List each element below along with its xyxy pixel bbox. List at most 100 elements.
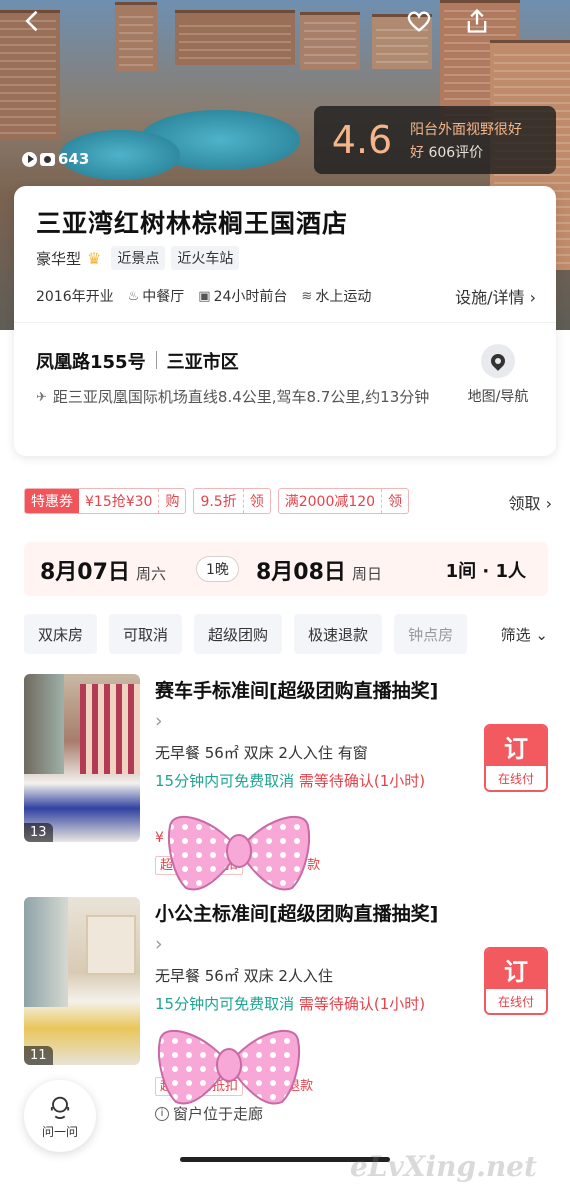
nights-badge: 1晚	[196, 556, 239, 582]
room-title[interactable]: 赛车手标准间[超级团购直播抽奖] ›	[155, 676, 445, 736]
chevron-right-icon: ›	[155, 710, 163, 732]
photo-count[interactable]: 643	[22, 150, 89, 168]
room-photo[interactable]: 11	[24, 897, 140, 1065]
hotel-tag: 近景点	[111, 246, 166, 270]
filter-chip[interactable]: 极速退款	[294, 614, 383, 654]
address-road: 凤凰路155号	[36, 352, 146, 373]
pay-label: 在线付	[486, 766, 546, 790]
video-icon	[22, 151, 37, 167]
facility-label: 水上运动	[315, 289, 372, 305]
room-guest-selector[interactable]: 1间 · 1人	[446, 557, 526, 583]
hotel-level: 豪华型	[36, 249, 82, 268]
filter-label: 筛选	[500, 626, 531, 644]
special-coupon-value: ¥15抢¥30	[79, 489, 160, 513]
filter-chips: 双床房 可取消 超级团购 极速退款 钟点房	[24, 614, 556, 654]
map-navigation-button[interactable]: 地图/导航	[460, 344, 536, 406]
chevron-right-icon: ›	[540, 494, 552, 513]
headset-icon	[50, 1096, 70, 1119]
rating-score: 4.6	[331, 118, 393, 162]
front-desk-icon: ▣	[198, 288, 211, 304]
plane-icon: ✈	[36, 390, 47, 405]
confirm-policy: 需等待确认(1小时)	[298, 772, 426, 790]
back-button[interactable]	[16, 4, 50, 38]
chevron-right-icon: ›	[155, 933, 163, 955]
watermark: eLvXing.net	[350, 1150, 537, 1183]
room-title[interactable]: 小公主标准间[超级团购直播抽奖] ›	[155, 899, 445, 959]
share-button[interactable]	[460, 4, 494, 38]
coupon[interactable]: 满2000减120 领	[277, 488, 410, 514]
checkin-value: 8月07日	[40, 560, 130, 585]
claim-coupons-link[interactable]: 领取 ›	[509, 490, 553, 514]
filter-chip[interactable]: 超级团购	[194, 614, 283, 654]
rating-summary[interactable]: 4.6 阳台外面视野很好 好 606评价	[314, 106, 556, 174]
special-coupon[interactable]: 特惠券 ¥15抢¥30 购	[24, 488, 187, 514]
room-photo-count: 11	[24, 1046, 53, 1065]
map-pin-icon	[481, 344, 515, 378]
room-features: 无早餐 56㎡ 双床 2人入住	[155, 967, 333, 985]
filter-chip[interactable]: 钟点房	[394, 614, 468, 654]
chevron-right-icon: ›	[524, 288, 536, 307]
restaurant-icon: ♨	[127, 288, 140, 304]
favorite-button[interactable]	[402, 4, 436, 38]
bow-sticker	[168, 816, 310, 891]
hero-building	[115, 2, 157, 72]
book-button[interactable]: 订 在线付	[484, 947, 548, 1015]
hero-building	[300, 12, 360, 70]
date-selector[interactable]: 8月07日 周六 1晚 8月08日 周日 1间 · 1人	[24, 542, 548, 596]
book-button[interactable]: 订 在线付	[484, 724, 548, 792]
room-features: 无早餐 56㎡ 双床 2人入住 有窗	[155, 744, 368, 762]
hotel-info-card: 三亚湾红树林棕榈王国酒店 豪华型 ♛ 近景点 近火车站 2016年开业 ♨ 中餐厅…	[14, 186, 556, 456]
hotel-name: 三亚湾红树林棕榈王国酒店	[36, 209, 349, 238]
special-coupon-tag: 特惠券	[25, 489, 79, 513]
facility-row[interactable]: 2016年开业 ♨ 中餐厅 ▣ 24小时前台 ≋ 水上运动	[36, 286, 371, 306]
rating-comment: 阳台外面视野很好	[410, 121, 522, 138]
facility-details-link[interactable]: 设施/详情 ›	[455, 284, 536, 308]
airport-distance: ✈ 距三亚凤凰国际机场直线8.4公里,驾车8.7公里,约13分钟	[36, 386, 446, 409]
checkout-weekday: 周日	[351, 565, 382, 583]
coupon-value: 9.5折	[194, 489, 244, 513]
hero-building	[175, 10, 295, 65]
facility-link-label: 设施/详情	[455, 288, 525, 307]
coupon-action: 领	[249, 494, 264, 510]
heart-icon	[407, 11, 431, 32]
filter-chip[interactable]: 双床房	[24, 614, 98, 654]
room-photo-count: 13	[24, 823, 53, 842]
water-sports-icon: ≋	[301, 288, 313, 304]
hotel-tags: 豪华型 ♛ 近景点 近火车站	[36, 246, 240, 270]
checkout-date[interactable]: 8月08日 周日	[256, 554, 382, 586]
facility-label: 中餐厅	[142, 289, 185, 305]
checkin-weekday: 周六	[135, 565, 166, 583]
share-icon	[467, 8, 487, 33]
cancel-policy: 15分钟内可免费取消	[155, 772, 295, 790]
room-policy: 15分钟内可免费取消 需等待确认(1小时)	[155, 993, 445, 1015]
price-symbol: ¥	[155, 830, 164, 846]
room-policy: 15分钟内可免费取消 需等待确认(1小时)	[155, 770, 445, 792]
chevron-left-icon	[25, 10, 38, 32]
ask-assistant-button[interactable]: 问一问	[24, 1080, 96, 1152]
room-title-text: 赛车手标准间[超级团购直播抽奖]	[155, 680, 439, 702]
bow-sticker	[158, 1030, 300, 1105]
coupon-action: 领	[388, 494, 403, 510]
checkin-date[interactable]: 8月07日 周六	[40, 554, 166, 586]
divider	[155, 351, 157, 369]
filter-chip[interactable]: 可取消	[109, 614, 183, 654]
ask-label: 问一问	[41, 1124, 78, 1139]
coupon-row: 特惠券 ¥15抢¥30 购 9.5折 领 满2000减120 领	[24, 486, 554, 516]
room-title-text: 小公主标准间[超级团购直播抽奖]	[155, 903, 439, 925]
confirm-policy: 需等待确认(1小时)	[298, 995, 426, 1013]
coupon[interactable]: 9.5折 领	[193, 488, 271, 514]
room-photo[interactable]: 13	[24, 674, 140, 842]
hotel-address: 凤凰路155号 三亚市区	[36, 348, 239, 374]
address-area: 三亚市区	[166, 352, 239, 373]
camera-icon	[40, 152, 55, 166]
facility-label: 24小时前台	[213, 289, 288, 305]
cancel-policy: 15分钟内可免费取消	[155, 995, 295, 1013]
filter-button[interactable]: 筛选 ⌄	[494, 624, 548, 645]
room-promo: ¥	[155, 830, 164, 846]
crown-icon: ♛	[87, 248, 102, 268]
book-label: 订	[486, 949, 546, 989]
photo-count-value: 643	[58, 150, 90, 168]
opened-year: 2016年开业	[36, 289, 114, 305]
claim-label: 领取	[508, 494, 541, 513]
special-coupon-action: 购	[165, 494, 180, 510]
